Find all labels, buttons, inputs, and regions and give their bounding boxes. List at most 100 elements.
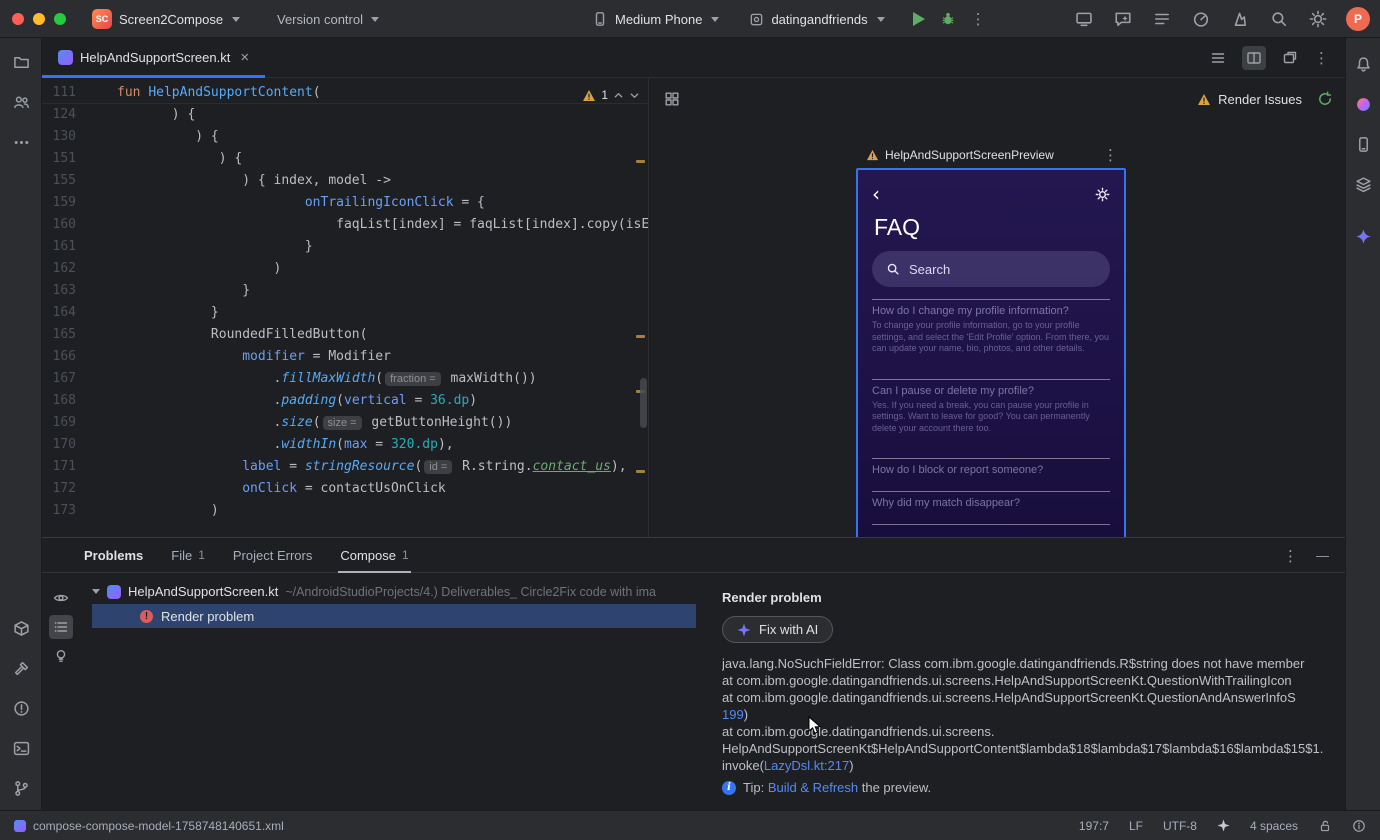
close-window-button[interactable]	[12, 13, 24, 25]
ai-chat-icon[interactable]	[1112, 8, 1134, 30]
services-tool-icon[interactable]	[4, 608, 38, 648]
build-tool-icon[interactable]	[4, 648, 38, 688]
line-number[interactable]: 169	[42, 412, 76, 434]
code-line-111[interactable]: 111 fun HelpAndSupportContent(	[42, 82, 648, 104]
inspection-widget[interactable]: 1	[576, 88, 640, 102]
debug-button[interactable]	[937, 8, 959, 30]
gallery-view-icon[interactable]	[661, 88, 683, 110]
previous-issue-icon[interactable]	[613, 90, 624, 101]
status-info-icon[interactable]	[1352, 819, 1366, 833]
line-number[interactable]: 151	[42, 148, 76, 170]
code-line-167[interactable]: 167 .fillMaxWidth(fraction = maxWidth())	[42, 368, 648, 390]
logcat-icon[interactable]	[1151, 8, 1173, 30]
device-manager-icon[interactable]	[1349, 124, 1379, 164]
code-line-151[interactable]: 151 ) {	[42, 148, 648, 170]
commit-tool-icon[interactable]	[4, 82, 38, 122]
line-number[interactable]: 164	[42, 302, 76, 324]
more-tool-windows-icon[interactable]	[4, 122, 38, 162]
ai-assistant-status-icon[interactable]	[1217, 819, 1230, 832]
code-editor[interactable]: 111 fun HelpAndSupportContent(124 ) {130 …	[42, 78, 648, 537]
issues-list-icon[interactable]	[49, 615, 73, 639]
line-number[interactable]: 162	[42, 258, 76, 280]
problems-tab-project-errors[interactable]: Project Errors	[233, 538, 312, 573]
refresh-preview-icon[interactable]	[1317, 91, 1333, 107]
chevron-down-icon[interactable]	[92, 589, 100, 594]
line-number[interactable]: 163	[42, 280, 76, 302]
readonly-lock-icon[interactable]	[1318, 819, 1332, 833]
editor-tab-helpandsupportscreen[interactable]: HelpAndSupportScreen.kt ×	[42, 38, 266, 78]
code-line-163[interactable]: 163 }	[42, 280, 648, 302]
run-button[interactable]	[912, 12, 925, 26]
build-refresh-link[interactable]: Build & Refresh	[768, 780, 858, 795]
code-line-172[interactable]: 172 onClick = contactUsOnClick	[42, 478, 648, 500]
editor-scrollbar[interactable]	[640, 378, 647, 428]
code-line-170[interactable]: 170 .widthIn(max = 320.dp),	[42, 434, 648, 456]
device-selector[interactable]: Medium Phone	[592, 11, 720, 27]
problems-tab-file[interactable]: File 1	[171, 538, 205, 573]
app-insights-icon[interactable]	[1229, 8, 1251, 30]
code-line-168[interactable]: 168 .padding(vertical = 36.dp)	[42, 390, 648, 412]
line-number[interactable]: 159	[42, 192, 76, 214]
zoom-window-button[interactable]	[54, 13, 66, 25]
device-mirroring-icon[interactable]	[1073, 8, 1095, 30]
panel-options-icon[interactable]: ⋮	[1283, 547, 1298, 565]
status-file-widget[interactable]: compose-compose-model-1758748140651.xml	[14, 819, 284, 833]
minimize-window-button[interactable]	[33, 13, 45, 25]
profiler-icon[interactable]	[1190, 8, 1212, 30]
code-line-162[interactable]: 162 )	[42, 258, 648, 280]
quick-fix-bulb-icon[interactable]	[49, 644, 73, 668]
design-view-icon[interactable]	[1278, 46, 1302, 70]
code-line-130[interactable]: 130 ) {	[42, 126, 648, 148]
scrollbar-warning-mark[interactable]	[636, 335, 645, 338]
line-number[interactable]: 170	[42, 434, 76, 456]
line-number[interactable]: 171	[42, 456, 76, 478]
render-problem-row[interactable]: ! Render problem	[92, 604, 696, 628]
code-line-164[interactable]: 164 }	[42, 302, 648, 324]
problems-tab-compose[interactable]: Compose 1	[338, 538, 412, 573]
code-line-166[interactable]: 166 modifier = Modifier	[42, 346, 648, 368]
line-number[interactable]: 161	[42, 236, 76, 258]
line-separator-widget[interactable]: LF	[1129, 819, 1143, 833]
profile-avatar[interactable]: P	[1346, 7, 1370, 31]
fix-with-ai-button[interactable]: Fix with AI	[722, 616, 834, 643]
line-number[interactable]: 130	[42, 126, 76, 148]
version-control-tool-icon[interactable]	[4, 768, 38, 808]
scrollbar-warning-mark[interactable]	[636, 470, 645, 473]
line-number[interactable]: 166	[42, 346, 76, 368]
problems-tool-icon[interactable]	[4, 688, 38, 728]
code-view-icon[interactable]	[1206, 46, 1230, 70]
render-issues-button[interactable]: Render Issues	[1197, 91, 1333, 107]
preview-card-header[interactable]: HelpAndSupportScreenPreview ⋮	[866, 146, 1118, 164]
more-run-options-icon[interactable]: ⋮	[971, 10, 986, 28]
project-tool-icon[interactable]	[4, 42, 38, 82]
scrollbar-warning-mark[interactable]	[636, 160, 645, 163]
notifications-bell-icon[interactable]	[1349, 44, 1379, 84]
settings-gear-icon[interactable]	[1307, 8, 1329, 30]
line-number[interactable]: 167	[42, 368, 76, 390]
line-number[interactable]: 160	[42, 214, 76, 236]
preview-options-icon[interactable]: ⋮	[1103, 146, 1118, 164]
preview-issues-icon[interactable]	[49, 586, 73, 610]
split-view-icon[interactable]	[1242, 45, 1266, 70]
preview-device-frame[interactable]: ‹ FAQ Search How do I change my profile …	[856, 168, 1126, 537]
problems-file-row[interactable]: HelpAndSupportScreen.kt ~/AndroidStudioP…	[80, 579, 742, 604]
line-number[interactable]: 124	[42, 104, 76, 126]
code-line-155[interactable]: 155 ) { index, model ->	[42, 170, 648, 192]
code-line-159[interactable]: 159 onTrailingIconClick = {	[42, 192, 648, 214]
next-issue-icon[interactable]	[629, 90, 640, 101]
search-icon[interactable]	[1268, 8, 1290, 30]
stack-trace-link[interactable]: 199	[722, 707, 744, 722]
code-line-161[interactable]: 161 }	[42, 236, 648, 258]
running-devices-icon[interactable]	[1349, 164, 1379, 204]
stack-trace-link[interactable]: LazyDsl.kt:217	[764, 758, 849, 773]
code-line-160[interactable]: 160 faqList[index] = faqList[index].copy…	[42, 214, 648, 236]
line-number[interactable]: 111	[42, 82, 76, 103]
code-line-169[interactable]: 169 .size(size = getButtonHeight())	[42, 412, 648, 434]
code-line-124[interactable]: 124 ) {	[42, 104, 648, 126]
gemini-icon[interactable]	[1349, 216, 1379, 256]
run-configuration-selector[interactable]: datingandfriends	[749, 12, 885, 27]
terminal-tool-icon[interactable]	[4, 728, 38, 768]
vcs-widget[interactable]: Version control	[277, 0, 379, 38]
project-selector[interactable]: SC Screen2Compose	[92, 0, 241, 38]
caret-position-widget[interactable]: 197:7	[1079, 819, 1109, 833]
